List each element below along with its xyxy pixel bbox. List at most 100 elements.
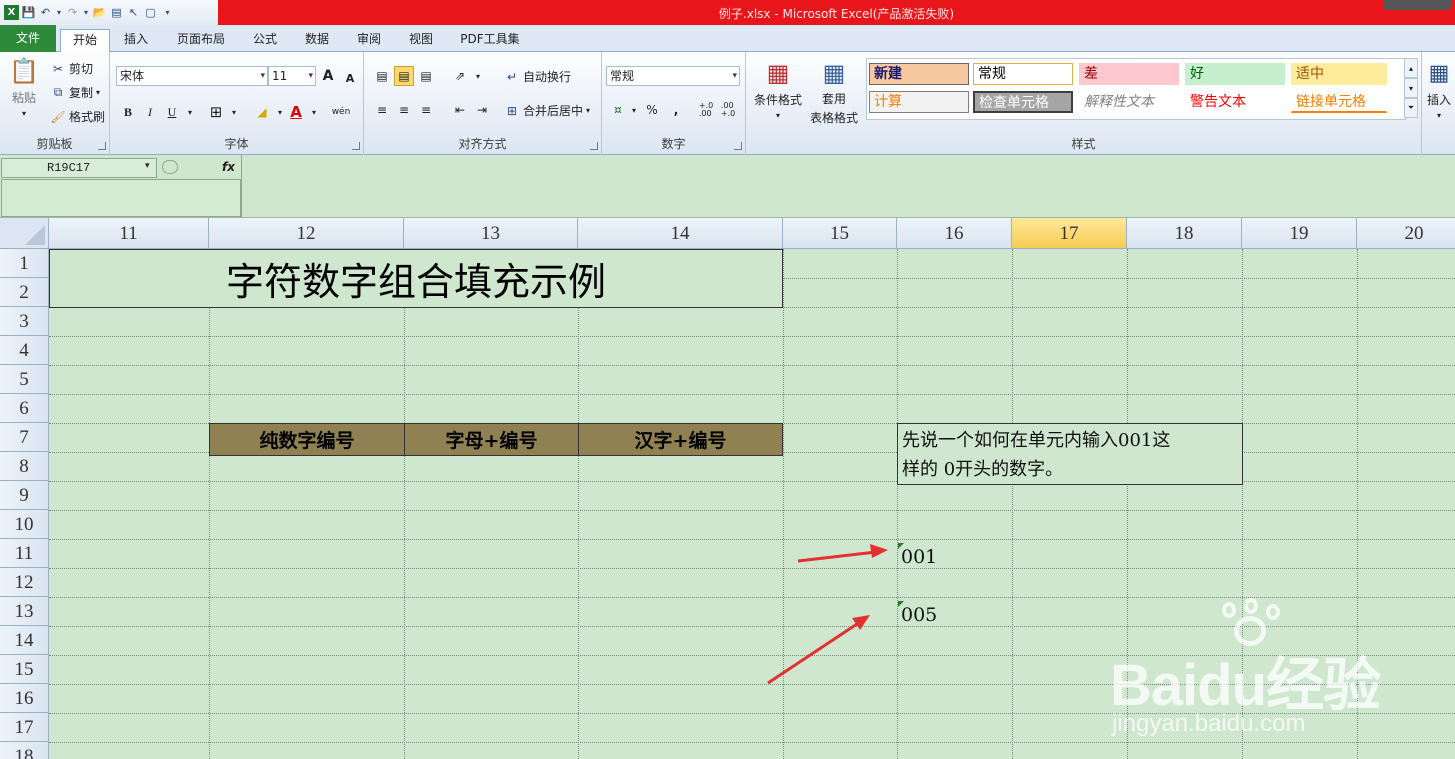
paste-button[interactable]: 📋 粘贴 ▾ — [6, 56, 42, 118]
align-middle-button[interactable]: ▤ — [394, 66, 414, 86]
italic-button[interactable]: I — [140, 102, 160, 122]
cut-button[interactable]: ✂ 剪切 — [50, 60, 93, 77]
tab-file[interactable]: 文件 — [0, 25, 56, 52]
phonetic-button[interactable]: wén — [328, 102, 354, 122]
formula-bar-grip[interactable] — [162, 160, 178, 174]
orientation-dropdown-icon[interactable]: ▾ — [468, 66, 488, 86]
percent-button[interactable]: % — [642, 100, 662, 120]
insert-cells-button[interactable]: ▦ 插入 ▾ — [1424, 58, 1454, 121]
number-format-select[interactable]: 常规 ▾ — [606, 66, 740, 86]
align-left-button[interactable]: ≡ — [372, 100, 392, 120]
column-header-14[interactable]: 14 — [578, 218, 783, 249]
column-header-16[interactable]: 16 — [897, 218, 1012, 249]
row-header-8[interactable]: 8 — [0, 452, 49, 481]
borders-button[interactable]: ⊞ — [206, 102, 226, 122]
redo-icon[interactable]: ↷ — [65, 5, 80, 20]
cell-style-2[interactable]: 差 — [1079, 63, 1179, 85]
new-document-icon[interactable]: ▢ — [143, 5, 158, 20]
customize-toolbar-icon[interactable]: ▾ — [160, 5, 175, 20]
insert-function-icon[interactable]: fx — [222, 160, 235, 174]
row-header-10[interactable]: 10 — [0, 510, 49, 539]
select-pointer-icon[interactable]: ↖ — [126, 5, 141, 20]
column-header-12[interactable]: 12 — [209, 218, 404, 249]
gallery-down-icon[interactable]: ▾ — [1404, 78, 1418, 98]
tab-home[interactable]: 开始 — [60, 29, 110, 52]
column-header-17[interactable]: 17 — [1012, 218, 1127, 249]
header-chinese-id[interactable]: 汉字+编号 — [578, 423, 783, 456]
fill-color-button[interactable]: ◢ — [252, 102, 272, 122]
tab-view[interactable]: 视图 — [400, 29, 442, 52]
row-header-12[interactable]: 12 — [0, 568, 49, 597]
open-folder-icon[interactable]: 📂 — [92, 5, 107, 20]
tab-insert[interactable]: 插入 — [114, 29, 158, 52]
sheet-title-cell[interactable]: 字符数字组合填充示例 — [49, 249, 783, 308]
decrease-indent-button[interactable]: ⇤ — [450, 100, 470, 120]
font-color-dropdown-icon[interactable]: ▾ — [304, 102, 324, 122]
number-launcher-icon[interactable] — [734, 142, 742, 150]
shrink-font-button[interactable]: A — [340, 68, 360, 88]
note-cell[interactable]: 先说一个如何在单元内输入001这 样的 0开头的数字。 — [897, 423, 1243, 485]
tab-pdf-tools[interactable]: PDF工具集 — [452, 29, 528, 52]
undo-icon[interactable]: ↶ — [38, 5, 53, 20]
column-header-20[interactable]: 20 — [1357, 218, 1455, 249]
cell-value-005[interactable]: 005 — [901, 604, 937, 626]
tab-data[interactable]: 数据 — [296, 29, 338, 52]
row-header-17[interactable]: 17 — [0, 713, 49, 742]
row-header-3[interactable]: 3 — [0, 307, 49, 336]
conditional-format-button[interactable]: ▦ 条件格式 ▾ — [750, 58, 806, 120]
font-name-select[interactable]: 宋体 ▾ — [116, 66, 268, 86]
cell-style-1[interactable]: 常规 — [973, 63, 1073, 85]
align-right-button[interactable]: ≡ — [416, 100, 436, 120]
row-header-1[interactable]: 1 — [0, 249, 49, 278]
cell-style-7[interactable]: 解释性文本 — [1079, 91, 1179, 113]
chart-icon[interactable]: ▤ — [109, 5, 124, 20]
borders-dropdown-icon[interactable]: ▾ — [224, 102, 244, 122]
gallery-more-icon[interactable]: ⏷ — [1404, 98, 1418, 118]
wrap-text-button[interactable]: ↵ 自动换行 — [504, 68, 571, 85]
cell-style-4[interactable]: 适中 — [1291, 63, 1387, 85]
save-icon[interactable]: 💾 — [21, 5, 36, 20]
column-header-11[interactable]: 11 — [49, 218, 209, 249]
align-top-button[interactable]: ▤ — [372, 66, 392, 86]
row-header-6[interactable]: 6 — [0, 394, 49, 423]
font-color-button[interactable]: A — [286, 102, 306, 122]
align-bottom-button[interactable]: ▤ — [416, 66, 436, 86]
bold-button[interactable]: B — [118, 102, 138, 122]
column-header-15[interactable]: 15 — [783, 218, 897, 249]
align-center-button[interactable]: ≡ — [394, 100, 414, 120]
row-header-7[interactable]: 7 — [0, 423, 49, 452]
format-painter-button[interactable]: 🖌 格式刷 — [50, 108, 105, 125]
row-header-14[interactable]: 14 — [0, 626, 49, 655]
cell-style-3[interactable]: 好 — [1185, 63, 1285, 85]
row-header-4[interactable]: 4 — [0, 336, 49, 365]
merge-center-button[interactable]: ⊞ 合并后居中 ▾ — [504, 102, 590, 119]
name-box[interactable]: R19C17 — [1, 158, 157, 178]
cell-style-9[interactable]: 链接单元格 — [1291, 91, 1387, 113]
row-header-16[interactable]: 16 — [0, 684, 49, 713]
redo-dropdown-icon[interactable]: ▾ — [82, 5, 90, 20]
underline-button[interactable]: U — [162, 102, 182, 122]
cell-style-0[interactable]: 新建 — [869, 63, 969, 85]
format-as-table-button[interactable]: ▦ 套用 表格格式 — [804, 58, 864, 126]
grow-font-button[interactable]: A — [318, 66, 338, 86]
cell-value-001[interactable]: 001 — [901, 546, 937, 568]
font-size-select[interactable]: 11 ▾ — [268, 66, 316, 86]
orientation-button[interactable]: ⇗ — [450, 66, 470, 86]
row-header-13[interactable]: 13 — [0, 597, 49, 626]
clipboard-launcher-icon[interactable] — [98, 142, 106, 150]
column-header-13[interactable]: 13 — [404, 218, 578, 249]
select-all-button[interactable] — [0, 218, 49, 249]
font-launcher-icon[interactable] — [352, 142, 360, 150]
header-numeric-id[interactable]: 纯数字编号 — [209, 423, 405, 456]
row-header-15[interactable]: 15 — [0, 655, 49, 684]
cell-style-8[interactable]: 警告文本 — [1185, 91, 1285, 113]
copy-button[interactable]: ⧉ 复制 ▾ — [50, 84, 100, 101]
undo-dropdown-icon[interactable]: ▾ — [55, 5, 63, 20]
tab-page-layout[interactable]: 页面布局 — [166, 29, 236, 52]
comma-button[interactable]: , — [666, 100, 686, 120]
tab-formulas[interactable]: 公式 — [244, 29, 286, 52]
header-letter-id[interactable]: 字母+编号 — [404, 423, 579, 456]
column-header-18[interactable]: 18 — [1127, 218, 1242, 249]
name-box-dropdown-icon[interactable]: ▾ — [145, 161, 150, 171]
formula-input[interactable] — [244, 158, 1449, 214]
